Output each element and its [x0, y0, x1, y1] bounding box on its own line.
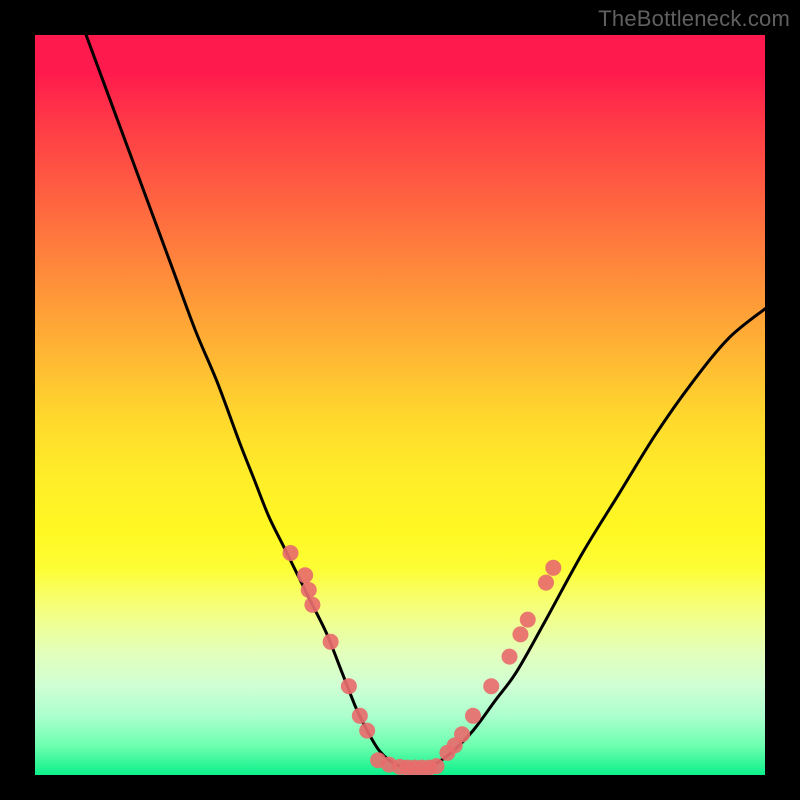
plot-area	[35, 35, 765, 775]
data-point	[538, 575, 554, 591]
data-point	[502, 649, 518, 665]
data-point	[352, 708, 368, 724]
data-point	[545, 560, 561, 576]
chart-svg	[35, 35, 765, 775]
data-point	[520, 612, 536, 628]
data-point	[301, 582, 317, 598]
watermark-text: TheBottleneck.com	[598, 6, 790, 32]
data-point	[465, 708, 481, 724]
data-point	[297, 567, 313, 583]
bottleneck-curve	[86, 35, 765, 768]
data-point	[359, 723, 375, 739]
data-point	[283, 545, 299, 561]
data-point	[454, 726, 470, 742]
data-point	[304, 597, 320, 613]
data-point	[512, 626, 528, 642]
data-point	[429, 758, 445, 774]
chart-frame: TheBottleneck.com	[0, 0, 800, 800]
data-point	[341, 678, 357, 694]
data-markers	[283, 545, 562, 775]
data-point	[323, 634, 339, 650]
data-point	[483, 678, 499, 694]
curve-path	[86, 35, 765, 768]
